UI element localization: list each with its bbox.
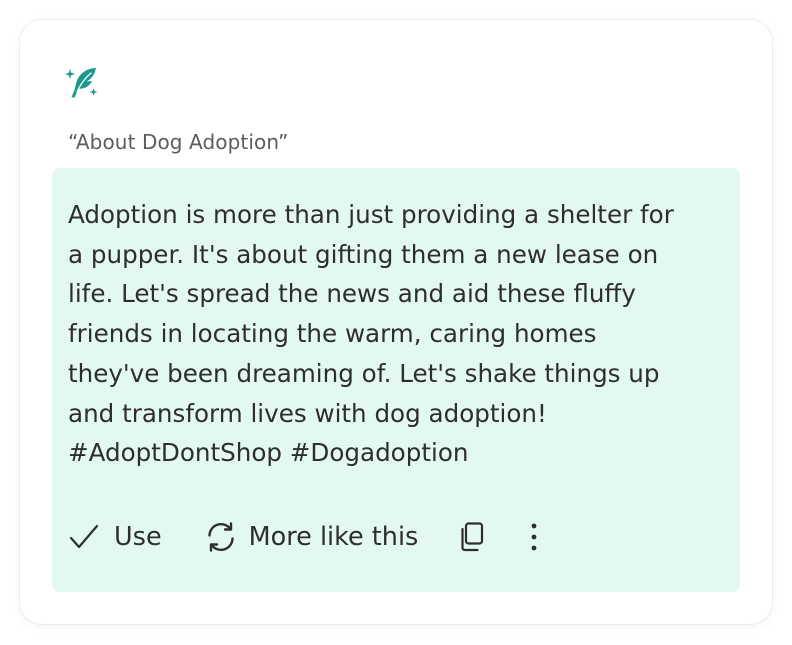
use-button-label: Use xyxy=(114,522,162,552)
use-button[interactable]: Use xyxy=(68,522,162,552)
generated-result-box: Adoption is more than just providing a s… xyxy=(52,168,740,592)
more-options-button[interactable] xyxy=(528,522,540,552)
feather-sparkle-icon xyxy=(65,65,99,101)
more-like-this-label: More like this xyxy=(248,522,419,552)
result-actions: Use More like this xyxy=(68,512,540,562)
copy-button[interactable] xyxy=(458,521,486,553)
more-like-this-button[interactable]: More like this xyxy=(204,520,419,554)
refresh-icon xyxy=(204,520,238,554)
prompt-title: “About Dog Adoption” xyxy=(68,130,289,154)
copy-icon xyxy=(458,521,486,553)
result-card: “About Dog Adoption” Adoption is more th… xyxy=(20,20,772,624)
more-vertical-icon xyxy=(528,522,540,552)
generated-text: Adoption is more than just providing a s… xyxy=(68,200,674,468)
checkmark-icon xyxy=(68,523,100,551)
